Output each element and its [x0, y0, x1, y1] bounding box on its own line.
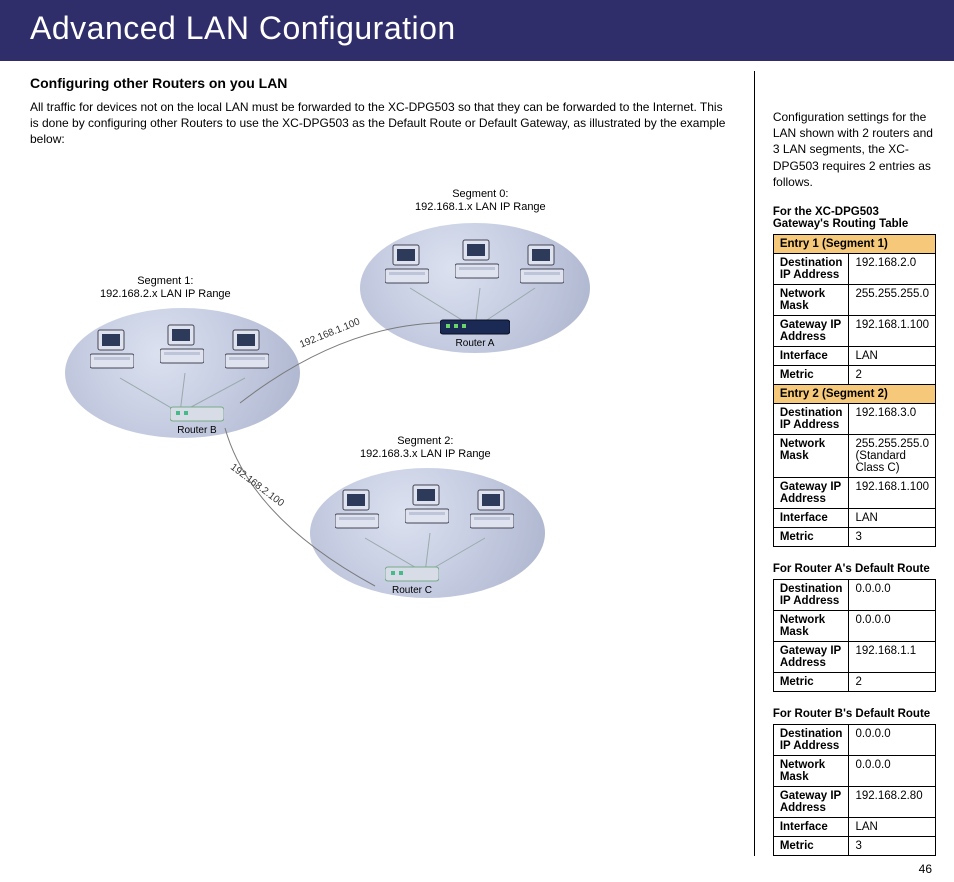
entry-title: Entry 2 (Segment 2) [773, 384, 935, 403]
pc-icon [470, 488, 514, 530]
row-value: 192.168.2.80 [849, 786, 936, 817]
router-b-label: Router B [177, 425, 216, 436]
table-row: Interface LAN [773, 817, 935, 836]
right-intro: Configuration settings for the LAN shown… [773, 109, 936, 190]
router-a-icon: Router A [440, 316, 510, 349]
row-value: 192.168.1.100 [849, 315, 936, 346]
row-value: 192.168.2.0 [849, 253, 936, 284]
row-label: Metric [773, 365, 849, 384]
routerB-table-caption: For Router B's Default Route [773, 708, 936, 720]
pc-icon [225, 328, 269, 370]
row-value: 0.0.0.0 [849, 724, 936, 755]
row-label: Network Mask [773, 434, 849, 477]
row-value: 255.255.255.0 (Standard Class C) [849, 434, 936, 477]
row-label: Interface [773, 346, 849, 365]
pc-icon [520, 243, 564, 285]
routerB-routing-table: Destination IP Address 0.0.0.0 Network M… [773, 724, 936, 856]
table-row: Metric 3 [773, 527, 935, 546]
table-row: Metric 3 [773, 836, 935, 855]
pc-icon [335, 488, 379, 530]
gateway-routing-table: Entry 1 (Segment 1) Destination IP Addre… [773, 234, 936, 547]
routerA-table-caption: For Router A's Default Route [773, 563, 936, 575]
row-label: Interface [773, 508, 849, 527]
row-label: Destination IP Address [773, 579, 849, 610]
row-value: 0.0.0.0 [849, 610, 936, 641]
row-value: LAN [849, 817, 936, 836]
row-label: Metric [773, 527, 849, 546]
row-value: 192.168.1.1 [849, 641, 936, 672]
row-label: Interface [773, 817, 849, 836]
page-number: 46 [0, 862, 954, 882]
table-row: Destination IP Address 192.168.2.0 [773, 253, 935, 284]
table-row: Gateway IP Address 192.168.1.1 [773, 641, 935, 672]
entry-header: Entry 2 (Segment 2) [773, 384, 935, 403]
table-row: Network Mask 255.255.255.0 (Standard Cla… [773, 434, 935, 477]
router-a-label: Router A [456, 338, 495, 349]
intro-paragraph: All traffic for devices not on the local… [30, 99, 726, 148]
table-row: Destination IP Address 0.0.0.0 [773, 724, 935, 755]
row-value: 3 [849, 527, 936, 546]
entry-title: Entry 1 (Segment 1) [773, 234, 935, 253]
row-label: Metric [773, 836, 849, 855]
row-label: Destination IP Address [773, 724, 849, 755]
router-c-label: Router C [392, 585, 432, 596]
pc-icon [455, 238, 499, 280]
segment0-label: Segment 0:192.168.1.x LAN IP Range [415, 188, 546, 216]
table-row: Metric 2 [773, 672, 935, 691]
row-label: Gateway IP Address [773, 786, 849, 817]
row-label: Gateway IP Address [773, 477, 849, 508]
row-value: 0.0.0.0 [849, 579, 936, 610]
table-row: Network Mask 255.255.255.0 [773, 284, 935, 315]
row-label: Destination IP Address [773, 253, 849, 284]
row-label: Gateway IP Address [773, 315, 849, 346]
pc-icon [385, 243, 429, 285]
segment2-label: Segment 2:192.168.3.x LAN IP Range [360, 435, 491, 463]
row-label: Network Mask [773, 755, 849, 786]
wire-label-a-b: 192.168.1.100 [298, 316, 361, 350]
table-row: Gateway IP Address 192.168.2.80 [773, 786, 935, 817]
row-value: 2 [849, 672, 936, 691]
router-b-icon: Router B [170, 403, 224, 436]
table-row: Network Mask 0.0.0.0 [773, 610, 935, 641]
table-row: Metric 2 [773, 365, 935, 384]
table-row: Interface LAN [773, 346, 935, 365]
router-c-icon: Router C [385, 563, 439, 596]
row-value: LAN [849, 346, 936, 365]
row-value: 192.168.1.100 [849, 477, 936, 508]
pc-icon [160, 323, 204, 365]
table-row: Destination IP Address 192.168.3.0 [773, 403, 935, 434]
table-row: Gateway IP Address 192.168.1.100 [773, 477, 935, 508]
row-label: Network Mask [773, 610, 849, 641]
row-value: 192.168.3.0 [849, 403, 936, 434]
page-title: Advanced LAN Configuration [0, 0, 954, 61]
wire-label-b-c: 192.168.2.100 [228, 461, 286, 508]
row-label: Network Mask [773, 284, 849, 315]
row-label: Gateway IP Address [773, 641, 849, 672]
table-row: Destination IP Address 0.0.0.0 [773, 579, 935, 610]
segment1-label: Segment 1:192.168.2.x LAN IP Range [100, 275, 231, 303]
table-row: Gateway IP Address 192.168.1.100 [773, 315, 935, 346]
row-label: Destination IP Address [773, 403, 849, 434]
row-value: 3 [849, 836, 936, 855]
table-row: Network Mask 0.0.0.0 [773, 755, 935, 786]
row-value: 255.255.255.0 [849, 284, 936, 315]
row-value: LAN [849, 508, 936, 527]
section-heading: Configuring other Routers on you LAN [30, 75, 726, 91]
entry-header: Entry 1 (Segment 1) [773, 234, 935, 253]
pc-icon [405, 483, 449, 525]
routerA-routing-table: Destination IP Address 0.0.0.0 Network M… [773, 579, 936, 692]
network-diagram: 192.168.1.100 192.168.2.100 Segment 0:19… [30, 188, 590, 628]
row-value: 0.0.0.0 [849, 755, 936, 786]
table-row: Interface LAN [773, 508, 935, 527]
gateway-table-caption: For the XC-DPG503 Gateway's Routing Tabl… [773, 206, 936, 230]
pc-icon [90, 328, 134, 370]
row-value: 2 [849, 365, 936, 384]
row-label: Metric [773, 672, 849, 691]
